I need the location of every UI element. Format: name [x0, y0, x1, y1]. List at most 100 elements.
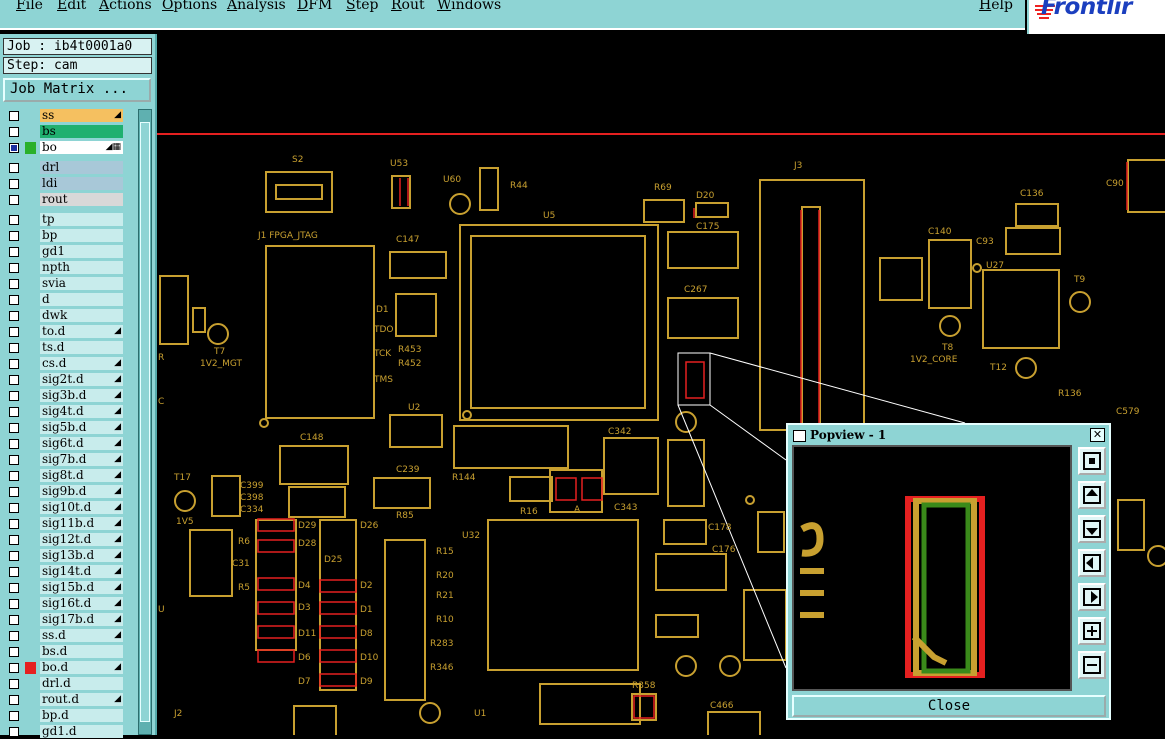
layer-affected-marker[interactable] [25, 310, 36, 322]
layer-checkbox[interactable] [9, 143, 19, 153]
layer-affected-marker[interactable] [25, 678, 36, 690]
layer-affected-marker[interactable] [25, 534, 36, 546]
layer-checkbox[interactable] [9, 519, 19, 529]
layer-checkbox[interactable] [9, 179, 19, 189]
layer-checkbox[interactable] [9, 423, 19, 433]
layer-affected-marker[interactable] [25, 294, 36, 306]
layer-affected-marker[interactable] [25, 518, 36, 530]
layer-checkbox[interactable] [9, 711, 19, 721]
layer-name[interactable]: to.d ◢ [40, 325, 123, 338]
layer-affected-marker[interactable] [25, 262, 36, 274]
layer-checkbox[interactable] [9, 583, 19, 593]
layer-name[interactable]: sig10t.d ◢ [40, 501, 123, 514]
layer-affected-marker[interactable] [25, 374, 36, 386]
layer-checkbox[interactable] [9, 647, 19, 657]
layer-row[interactable]: sig9b.d ◢ [3, 485, 128, 499]
menu-dfm[interactable]: DFM [297, 0, 332, 13]
layer-row[interactable]: bp.d [3, 709, 128, 723]
layer-row[interactable]: svia [3, 277, 128, 291]
layer-name[interactable]: sig12t.d ◢ [40, 533, 123, 546]
layer-name[interactable]: rout [40, 193, 123, 206]
layer-checkbox[interactable] [9, 263, 19, 273]
layer-row[interactable]: sig7b.d ◢ [3, 453, 128, 467]
layer-checkbox[interactable] [9, 359, 19, 369]
layer-name[interactable]: bs.d [40, 645, 123, 658]
layer-checkbox[interactable] [9, 551, 19, 561]
menu-analysis[interactable]: Analysis [227, 0, 286, 13]
layer-name[interactable]: sig6t.d ◢ [40, 437, 123, 450]
layer-affected-marker[interactable] [25, 646, 36, 658]
layer-name[interactable]: cs.d ◢ [40, 357, 123, 370]
menu-step[interactable]: Step [346, 0, 378, 13]
layer-name[interactable]: bo.d ◢ [40, 661, 123, 674]
layer-affected-marker[interactable] [25, 630, 36, 642]
layer-affected-marker[interactable] [25, 358, 36, 370]
layer-name[interactable]: drl [40, 161, 123, 174]
layer-affected-marker[interactable] [25, 694, 36, 706]
layer-name[interactable]: bp [40, 229, 123, 242]
layer-checkbox[interactable] [9, 215, 19, 225]
layer-affected-marker[interactable] [25, 486, 36, 498]
layer-row[interactable]: cs.d ◢ [3, 357, 128, 371]
layer-name[interactable]: sig15b.d ◢ [40, 581, 123, 594]
layer-row[interactable]: ts.d [3, 341, 128, 355]
layer-row[interactable]: d [3, 293, 128, 307]
menu-actions[interactable]: Actions [99, 0, 152, 13]
layer-name[interactable]: bs [40, 125, 123, 138]
layer-affected-marker[interactable] [25, 598, 36, 610]
pan-down-button[interactable] [1078, 515, 1106, 543]
layer-row[interactable]: sig13b.d ◢ [3, 549, 128, 563]
layer-checkbox[interactable] [9, 163, 19, 173]
pan-right-button[interactable] [1078, 583, 1106, 611]
layer-row[interactable]: sig5b.d ◢ [3, 421, 128, 435]
layer-affected-marker[interactable] [25, 454, 36, 466]
layer-checkbox[interactable] [9, 631, 19, 641]
zoom-in-button[interactable] [1078, 617, 1106, 645]
layer-name[interactable]: ss ◢ [40, 109, 123, 122]
layer-affected-marker[interactable] [25, 162, 36, 174]
layer-checkbox[interactable] [9, 503, 19, 513]
layer-name[interactable]: ss.d ◢ [40, 629, 123, 642]
layer-checkbox[interactable] [9, 127, 19, 137]
layer-checkbox[interactable] [9, 439, 19, 449]
layer-row[interactable]: sig10t.d ◢ [3, 501, 128, 515]
job-matrix-button[interactable]: Job Matrix ... [3, 78, 151, 102]
layer-name[interactable]: npth [40, 261, 123, 274]
layer-checkbox[interactable] [9, 295, 19, 305]
layer-checkbox[interactable] [9, 695, 19, 705]
layer-affected-marker[interactable] [25, 230, 36, 242]
layer-row[interactable]: bs [3, 125, 128, 139]
layer-affected-marker[interactable] [25, 278, 36, 290]
layer-row[interactable]: npth [3, 261, 128, 275]
layer-row[interactable]: bs.d [3, 645, 128, 659]
layer-affected-marker[interactable] [25, 726, 36, 738]
layer-checkbox[interactable] [9, 391, 19, 401]
layer-row[interactable]: gd1 [3, 245, 128, 259]
layer-name[interactable]: ts.d [40, 341, 123, 354]
layer-checkbox[interactable] [9, 663, 19, 673]
layer-affected-marker[interactable] [25, 214, 36, 226]
layer-affected-marker[interactable] [25, 342, 36, 354]
layer-name[interactable]: sig9b.d ◢ [40, 485, 123, 498]
layer-row[interactable]: ss.d ◢ [3, 629, 128, 643]
menu-rout[interactable]: Rout [391, 0, 425, 13]
layer-row[interactable]: sig14t.d ◢ [3, 565, 128, 579]
menu-windows[interactable]: Windows [437, 0, 501, 13]
layer-row[interactable]: sig16t.d ◢ [3, 597, 128, 611]
layer-affected-marker[interactable] [25, 662, 36, 674]
layer-affected-marker[interactable] [25, 194, 36, 206]
pan-up-button[interactable] [1078, 481, 1106, 509]
layer-row[interactable]: sig11b.d ◢ [3, 517, 128, 531]
popview-close-button[interactable]: Close [792, 695, 1106, 717]
layer-affected-marker[interactable] [25, 582, 36, 594]
layer-name[interactable]: rout.d ◢ [40, 693, 123, 706]
layer-name[interactable]: bo ◢▦ [40, 141, 123, 154]
layer-checkbox[interactable] [9, 407, 19, 417]
layer-affected-marker[interactable] [25, 566, 36, 578]
zoom-out-button[interactable] [1078, 651, 1106, 679]
layer-affected-marker[interactable] [25, 502, 36, 514]
scrollbar-thumb[interactable] [140, 122, 150, 722]
layer-row[interactable]: tp [3, 213, 128, 227]
layer-name[interactable]: bp.d [40, 709, 123, 722]
layer-row[interactable]: sig17b.d ◢ [3, 613, 128, 627]
